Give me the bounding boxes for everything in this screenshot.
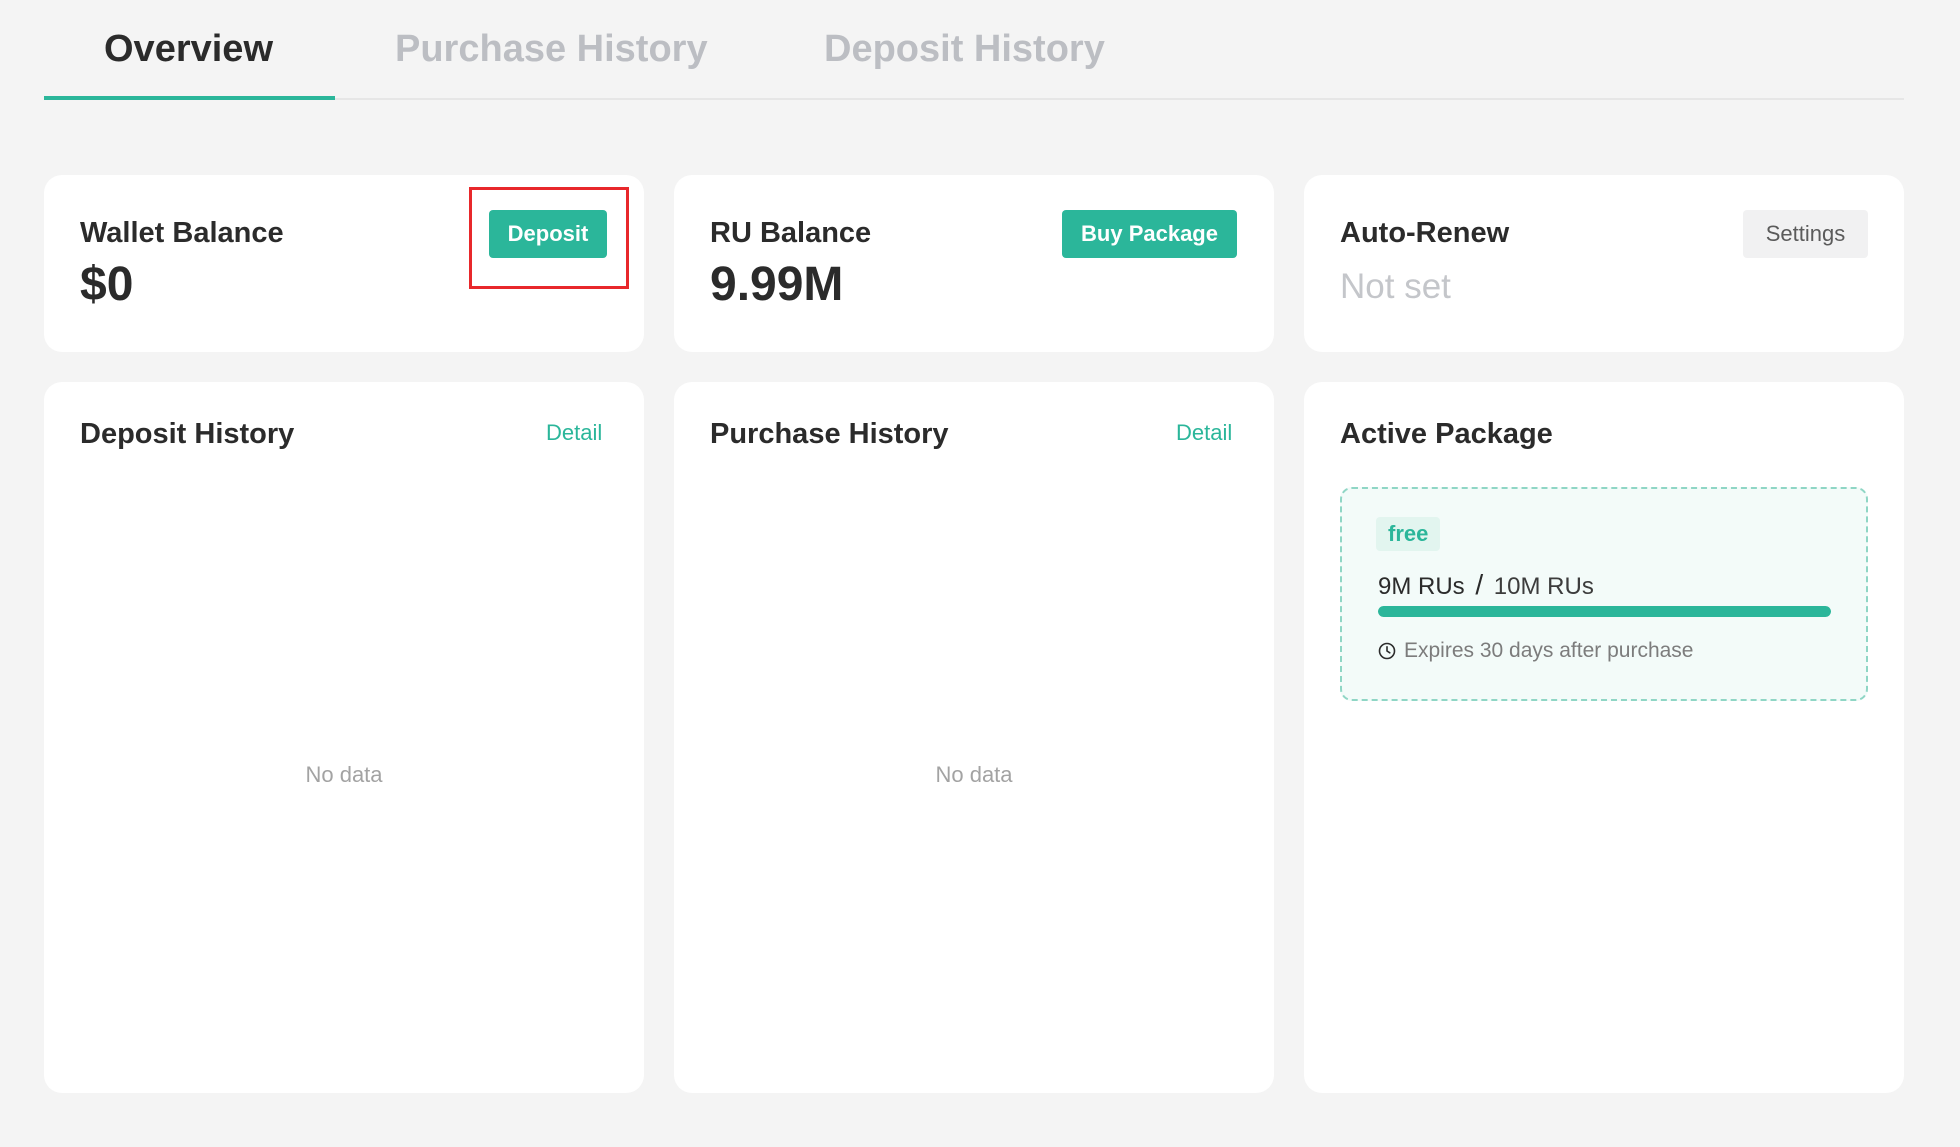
auto-renew-card: Auto-Renew Not set Settings: [1304, 175, 1904, 352]
settings-button[interactable]: Settings: [1743, 210, 1868, 258]
deposit-history-empty: No data: [305, 762, 383, 787]
package-progress-fill: [1378, 606, 1831, 617]
purchase-history-card: Purchase History Detail No data: [674, 382, 1274, 1093]
deposit-history-title: Deposit History: [80, 418, 295, 450]
package-item: free 9M RUs / 10M RUs Expires 30 days af…: [1340, 487, 1868, 701]
active-package-card: Active Package free 9M RUs / 10M RUs Exp…: [1304, 382, 1904, 1093]
package-total: 10M RUs: [1493, 573, 1594, 600]
tab-purchase-history[interactable]: Purchase History: [395, 28, 708, 71]
active-tab-indicator: [44, 96, 335, 100]
clock-icon: [1378, 642, 1396, 666]
package-usage: 9M RUs / 10M RUs: [1378, 569, 1594, 601]
package-usage-separator: /: [1475, 569, 1484, 600]
tab-bar: Overview Purchase History Deposit Histor…: [44, 0, 1904, 100]
wallet-balance-title: Wallet Balance: [80, 217, 284, 249]
billing-page: Overview Purchase History Deposit Histor…: [0, 0, 1960, 1147]
auto-renew-value: Not set: [1340, 267, 1451, 306]
package-progress-bar: [1378, 606, 1831, 617]
ru-balance-title: RU Balance: [710, 217, 872, 249]
package-expiry: Expires 30 days after purchase: [1378, 639, 1694, 666]
purchase-history-detail-link[interactable]: Detail: [1176, 420, 1232, 446]
auto-renew-title: Auto-Renew: [1340, 217, 1510, 249]
wallet-balance-value: $0: [80, 258, 134, 311]
buy-package-button[interactable]: Buy Package: [1062, 210, 1237, 258]
package-used: 9M RUs: [1378, 573, 1465, 600]
package-tier-badge: free: [1376, 517, 1441, 551]
deposit-history-detail-link[interactable]: Detail: [546, 420, 602, 446]
ru-balance-card: RU Balance 9.99M Buy Package: [674, 175, 1274, 352]
purchase-history-title: Purchase History: [710, 418, 949, 450]
purchase-history-empty: No data: [935, 762, 1013, 787]
deposit-button-highlight: [469, 187, 629, 289]
ru-balance-value: 9.99M: [710, 258, 844, 311]
tab-deposit-history[interactable]: Deposit History: [824, 28, 1105, 71]
deposit-history-card: Deposit History Detail No data: [44, 382, 644, 1093]
tab-overview[interactable]: Overview: [104, 28, 273, 71]
active-package-title: Active Package: [1340, 418, 1553, 450]
package-expiry-text: Expires 30 days after purchase: [1404, 639, 1694, 662]
